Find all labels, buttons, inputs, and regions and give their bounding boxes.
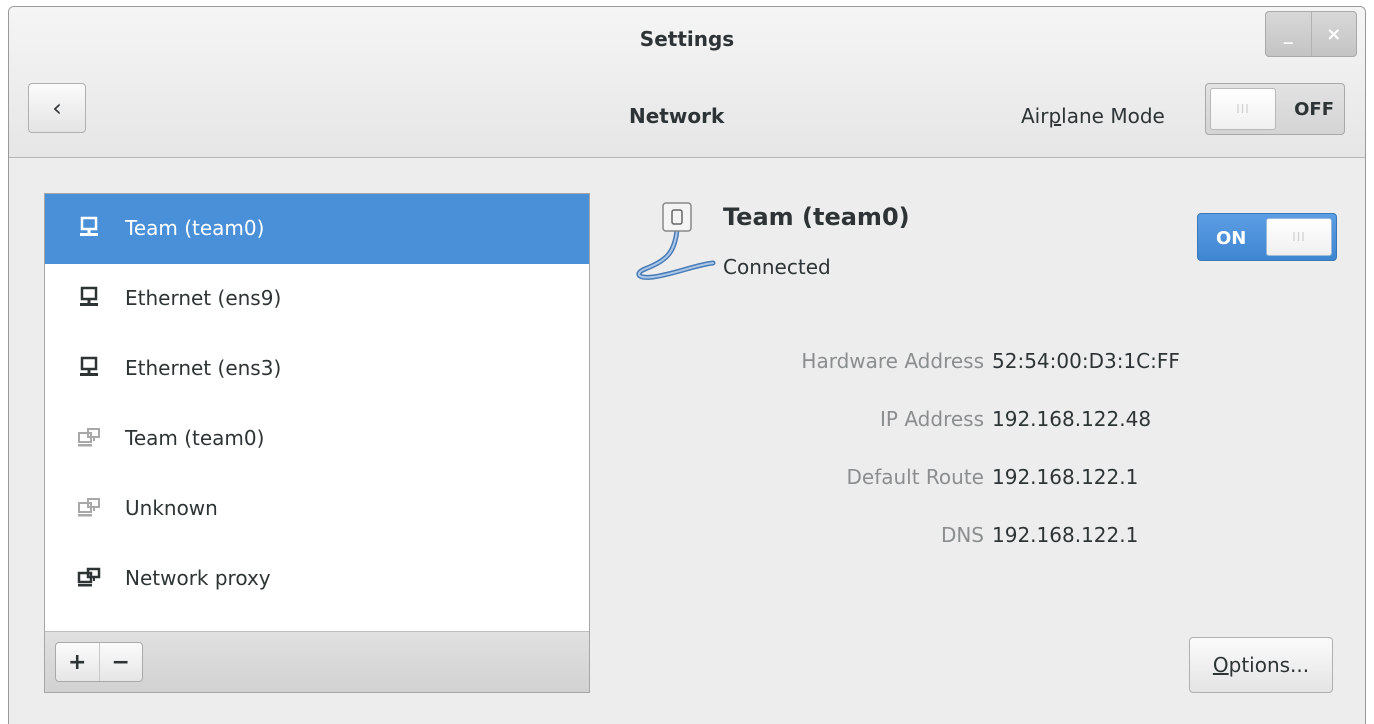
device-item-team0-active[interactable]: Team (team0) — [45, 194, 589, 264]
detail-key: DNS — [940, 523, 984, 547]
network-inactive-icon — [78, 428, 100, 447]
airplane-mode-label: Airplane Mode — [1021, 104, 1165, 128]
detail-value: 192.168.122.48 — [992, 407, 1152, 431]
detail-value: 52:54:00:D3:1C:FF — [992, 349, 1180, 373]
wired-network-icon — [80, 216, 98, 236]
page-title: Network — [629, 104, 725, 128]
detail-key: IP Address — [880, 407, 984, 431]
detail-value: 192.168.122.1 — [992, 523, 1139, 547]
add-device-button[interactable]: + — [56, 643, 99, 681]
window-controls: _ × — [1265, 11, 1357, 57]
device-sidebar: Team (team0) Ethernet (ens9) Ethernet (e… — [44, 193, 590, 693]
add-remove-group: + − — [55, 642, 143, 682]
device-item-label: Ethernet (ens9) — [125, 286, 282, 310]
device-list: Team (team0) Ethernet (ens9) Ethernet (e… — [45, 194, 589, 632]
device-item-unknown[interactable]: Unknown — [45, 474, 589, 544]
device-item-ens3[interactable]: Ethernet (ens3) — [45, 334, 589, 404]
connection-status: Connected — [723, 255, 831, 279]
settings-window: Settings _ × ‹ Network Airplane Mode III… — [8, 6, 1366, 724]
device-item-label: Team (team0) — [125, 426, 265, 450]
switch-state-label: ON — [1216, 228, 1247, 249]
wired-network-icon — [80, 286, 98, 306]
wired-network-icon — [80, 356, 98, 376]
connection-name: Team (team0) — [723, 203, 910, 231]
device-item-label: Unknown — [125, 496, 218, 520]
back-button[interactable]: ‹ — [28, 83, 86, 133]
device-item-label: Team (team0) — [125, 216, 265, 240]
detail-key: Hardware Address — [801, 349, 984, 373]
switch-knob: III — [1266, 218, 1332, 256]
detail-row-default-route: Default Route 192.168.122.1 — [709, 459, 1329, 517]
airplane-mode-switch[interactable]: III OFF — [1205, 83, 1345, 135]
device-item-ens9[interactable]: Ethernet (ens9) — [45, 264, 589, 334]
network-proxy-icon — [77, 567, 101, 587]
sidebar-toolbar: + − — [45, 631, 589, 692]
detail-row-dns: DNS 192.168.122.1 — [709, 517, 1329, 575]
options-button[interactable]: Options... — [1189, 637, 1333, 693]
device-item-label: Ethernet (ens3) — [125, 356, 282, 380]
header-bar: Settings _ × ‹ Network Airplane Mode III… — [9, 7, 1365, 158]
network-inactive-icon — [78, 498, 100, 517]
back-arrow-icon: ‹ — [52, 94, 62, 122]
minimize-button[interactable]: _ — [1266, 12, 1311, 56]
detail-value: 192.168.122.1 — [992, 465, 1139, 489]
switch-knob: III — [1210, 88, 1276, 130]
detail-row-hardware-address: Hardware Address 52:54:00:D3:1C:FF — [709, 343, 1329, 401]
device-item-team0[interactable]: Team (team0) — [45, 404, 589, 474]
window-title: Settings — [639, 27, 735, 51]
detail-key: Default Route — [846, 465, 985, 489]
switch-state-label: OFF — [1294, 99, 1334, 120]
device-item-network-proxy[interactable]: Network proxy — [45, 544, 589, 614]
connection-details: Hardware Address 52:54:00:D3:1C:FF IP Ad… — [709, 343, 1329, 575]
connection-power-switch[interactable]: ON III — [1197, 213, 1337, 261]
remove-device-button[interactable]: − — [98, 643, 143, 681]
detail-row-ip-address: IP Address 192.168.122.48 — [709, 401, 1329, 459]
ethernet-cable-icon — [636, 202, 716, 280]
device-item-label: Network proxy — [125, 566, 271, 590]
close-button[interactable]: × — [1310, 12, 1357, 56]
